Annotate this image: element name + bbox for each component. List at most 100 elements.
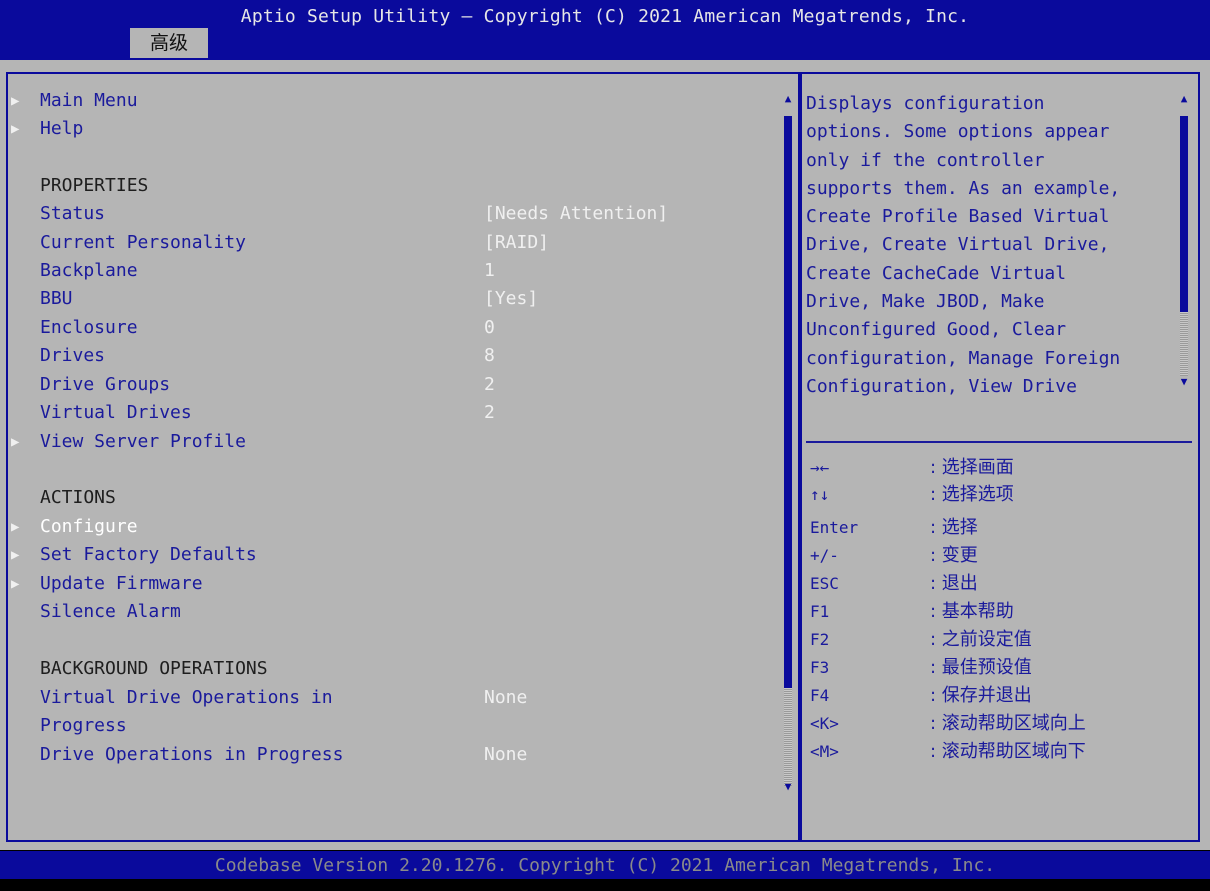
key-row-f2: F2 : 之前设定值 (806, 627, 1196, 652)
property-row-drive-groups: Drive Groups 2 (0, 371, 780, 399)
menu-item-label: View Server Profile (40, 431, 246, 452)
key-row-select-item: ↑↓ : 选择选项 (806, 482, 1196, 507)
menu-item-view-server-profile[interactable]: ▶ View Server Profile (0, 428, 780, 456)
section-header: BACKGROUND OPERATIONS (40, 658, 268, 679)
key-row-f3: F3 : 最佳预设值 (806, 655, 1196, 680)
help-scrollbar-thumb[interactable] (1180, 116, 1188, 312)
property-label: Enclosure (40, 317, 138, 338)
footer-bar: Codebase Version 2.20.1276. Copyright (C… (0, 851, 1210, 879)
property-label: Drive Groups (40, 374, 171, 395)
scroll-down-arrow-icon[interactable]: ▼ (782, 780, 794, 793)
key-description: : 滚动帮助区域向下 (930, 741, 1086, 762)
key-label: →← (810, 458, 830, 477)
property-value: [Yes] (484, 288, 539, 309)
key-row-select-screen: →← : 选择画面 (806, 455, 1196, 480)
scroll-up-arrow-icon[interactable]: ▲ (782, 92, 794, 105)
property-value: [Needs Attention] (484, 203, 669, 224)
menu-item-set-factory-defaults[interactable]: ▶ Set Factory Defaults (0, 541, 780, 569)
menu-item-label: Main Menu (40, 90, 138, 111)
key-label: <K> (810, 714, 839, 733)
app-title: Aptio Setup Utility – Copyright (C) 2021… (240, 6, 970, 27)
menu-item-label-selected: Configure (40, 516, 138, 537)
key-label: F3 (810, 658, 830, 677)
key-label: F4 (810, 686, 830, 705)
property-row-current-personality[interactable]: Current Personality [RAID] (0, 229, 780, 257)
submenu-arrow-icon: ▶ (11, 93, 20, 109)
key-description: : 退出 (930, 573, 978, 594)
submenu-arrow-icon: ▶ (11, 519, 20, 535)
key-label: +/- (810, 546, 839, 565)
property-label: Drive Operations in Progress (40, 744, 344, 765)
property-value: 0 (484, 317, 495, 338)
section-header: ACTIONS (40, 487, 116, 508)
help-scrollbar-track[interactable] (1180, 312, 1188, 376)
property-row-drives: Drives 8 (0, 342, 780, 370)
property-value: None (484, 687, 528, 708)
property-value: 8 (484, 345, 495, 366)
property-value: 2 (484, 402, 495, 423)
property-row-status[interactable]: Status [Needs Attention] (0, 200, 780, 228)
menu-item-help[interactable]: ▶ Help (0, 115, 780, 143)
help-separator (806, 441, 1192, 443)
key-label: F2 (810, 630, 830, 649)
property-label: Virtual Drives (40, 402, 192, 423)
key-description: : 基本帮助 (930, 601, 1014, 622)
key-label: ↑↓ (810, 485, 830, 504)
property-value: 1 (484, 260, 495, 281)
property-row-virtual-drives: Virtual Drives 2 (0, 399, 780, 427)
property-row-vd-operations-cont: Progress (0, 712, 780, 740)
menu-scrollbar-track[interactable] (784, 688, 792, 786)
section-background-operations: BACKGROUND OPERATIONS (0, 655, 780, 683)
property-label: BBU (40, 288, 73, 309)
tab-advanced[interactable]: 高级 (130, 28, 208, 58)
key-label: Enter (810, 518, 859, 537)
key-description: : 最佳预设值 (930, 657, 1032, 678)
property-label: Current Personality (40, 232, 246, 253)
property-row-bbu[interactable]: BBU [Yes] (0, 285, 780, 313)
key-description: : 变更 (930, 545, 978, 566)
property-value: 2 (484, 374, 495, 395)
menu-item-label: Silence Alarm (40, 601, 181, 622)
property-label: Virtual Drive Operations in (40, 687, 333, 708)
key-label: F1 (810, 602, 830, 621)
property-row-drive-operations: Drive Operations in Progress None (0, 741, 780, 769)
property-label: Progress (40, 715, 127, 736)
key-label: ESC (810, 574, 839, 593)
property-row-vd-operations: Virtual Drive Operations in None (0, 684, 780, 712)
bottom-border (0, 879, 1210, 891)
submenu-arrow-icon: ▶ (11, 121, 20, 137)
key-row-k: <K> : 滚动帮助区域向上 (806, 711, 1196, 736)
key-description: : 保存并退出 (930, 685, 1032, 706)
property-value: [RAID] (484, 232, 550, 253)
property-value: None (484, 744, 528, 765)
menu-item-update-firmware[interactable]: ▶ Update Firmware (0, 570, 780, 598)
key-description: : 选择画面 (930, 457, 1014, 478)
property-label: Drives (40, 345, 106, 366)
help-text: Displays configuration options. Some opt… (806, 93, 1121, 397)
help-scroll-down-arrow-icon[interactable]: ▼ (1178, 375, 1190, 388)
help-scroll-up-arrow-icon[interactable]: ▲ (1178, 92, 1190, 105)
section-header: PROPERTIES (40, 175, 149, 196)
property-label: Status (40, 203, 106, 224)
menu-item-label: Set Factory Defaults (40, 544, 257, 565)
menu-item-silence-alarm[interactable]: Silence Alarm (0, 598, 780, 626)
property-row-backplane: Backplane 1 (0, 257, 780, 285)
key-description: : 滚动帮助区域向上 (930, 713, 1086, 734)
header-bar: Aptio Setup Utility – Copyright (C) 2021… (0, 0, 1210, 60)
section-properties: PROPERTIES (0, 172, 780, 200)
menu-scrollbar-thumb[interactable] (784, 116, 792, 688)
key-description: : 之前设定值 (930, 629, 1032, 650)
key-row-f1: F1 : 基本帮助 (806, 599, 1196, 624)
property-label: Backplane (40, 260, 138, 281)
menu-item-label: Help (40, 118, 84, 139)
key-row-enter: Enter : 选择 (806, 515, 1196, 540)
key-row-esc: ESC : 退出 (806, 571, 1196, 596)
key-description: : 选择选项 (930, 484, 1014, 505)
submenu-arrow-icon: ▶ (11, 434, 20, 450)
submenu-arrow-icon: ▶ (11, 576, 20, 592)
key-label: <M> (810, 742, 839, 761)
key-row-f4: F4 : 保存并退出 (806, 683, 1196, 708)
property-row-enclosure: Enclosure 0 (0, 314, 780, 342)
menu-item-main-menu[interactable]: ▶ Main Menu (0, 87, 780, 115)
menu-item-configure[interactable]: ▶ Configure (0, 513, 780, 541)
